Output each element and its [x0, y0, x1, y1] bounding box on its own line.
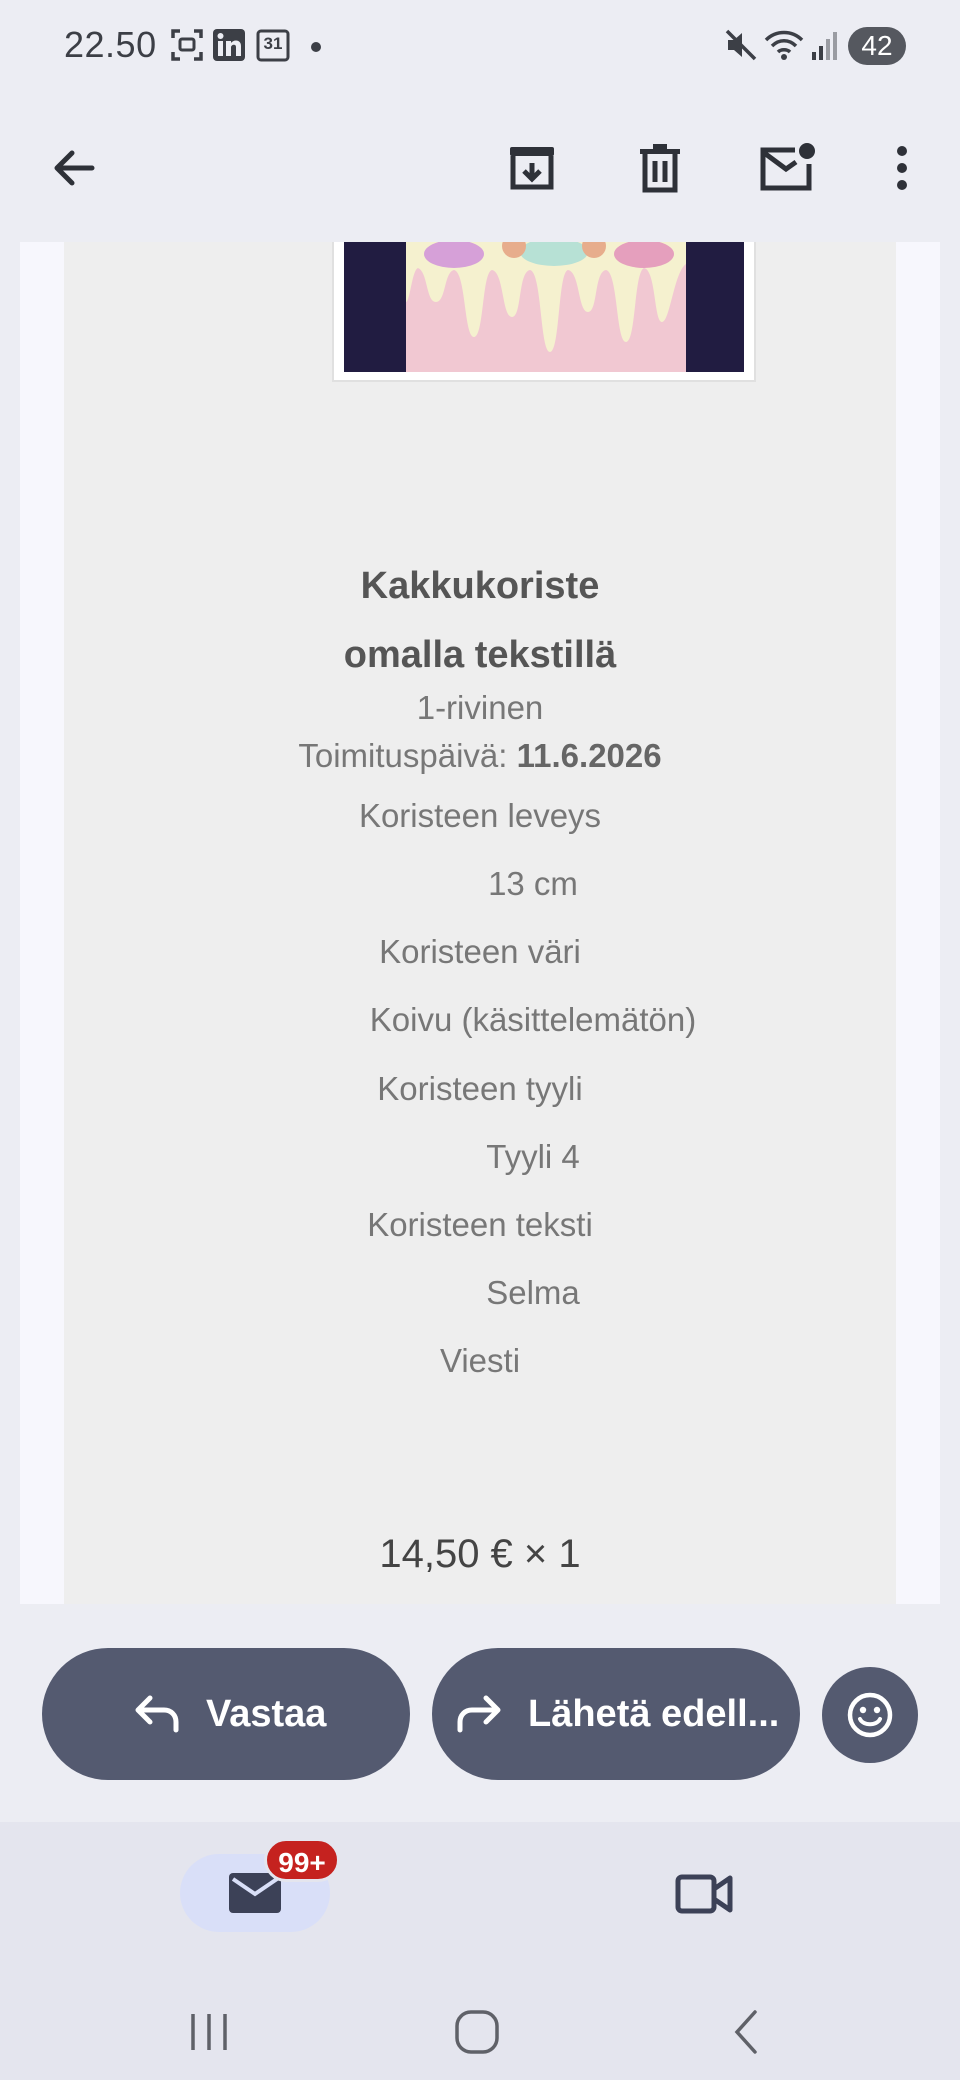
product-title: Kakkukoriste omalla tekstillä	[343, 565, 617, 676]
more-vert-icon[interactable]	[862, 128, 942, 208]
reply-button[interactable]: Vastaa	[42, 1648, 410, 1780]
mail-unread-badge: 99+	[264, 1838, 340, 1882]
linkedin-icon	[212, 28, 246, 62]
product-image-frame[interactable]	[332, 242, 756, 382]
forward-label: Lähetä edell...	[528, 1692, 780, 1735]
reply-icon	[134, 1694, 180, 1734]
cake-image	[344, 242, 744, 372]
meet-tab[interactable]	[664, 1854, 744, 1934]
forward-icon	[456, 1694, 502, 1734]
smiley-icon	[846, 1691, 894, 1739]
back-icon[interactable]	[707, 1992, 787, 2072]
text-value: Selma	[486, 1274, 580, 1311]
forward-button[interactable]: Lähetä edell...	[432, 1648, 800, 1780]
status-bar: 22.50 31 42	[0, 0, 960, 92]
back-arrow-icon[interactable]	[34, 128, 114, 208]
calendar-day: 31	[263, 34, 283, 53]
delivery-date-line: Toimituspäivä: 11.6.2026	[64, 737, 896, 775]
mark-unread-icon[interactable]	[748, 128, 828, 208]
email-body: Kakkukoriste omalla tekstillä 1-rivinen …	[20, 242, 940, 1604]
width-value: 13 cm	[488, 865, 578, 902]
battery-indicator: 42	[848, 27, 906, 65]
message-label: Viesti	[439, 1342, 521, 1379]
style-label: Koristeen tyyli	[377, 1070, 583, 1107]
home-icon[interactable]	[437, 1992, 517, 2072]
video-icon	[675, 1872, 733, 1916]
screenshot-icon	[170, 28, 204, 62]
text-label: Koristeen teksti	[367, 1206, 593, 1243]
recent-apps-icon[interactable]	[169, 1992, 249, 2072]
product-variant: 1-rivinen	[416, 689, 544, 726]
price-line: 14,50 € × 1	[379, 1532, 581, 1576]
archive-icon[interactable]	[492, 128, 572, 208]
delivery-date: 11.6.2026	[516, 737, 662, 774]
app-bar	[0, 92, 960, 242]
status-time: 22.50	[64, 24, 157, 65]
mute-icon	[724, 28, 758, 62]
style-value: Tyyli 4	[486, 1138, 580, 1175]
signal-icon	[810, 28, 844, 62]
email-content-card: Kakkukoriste omalla tekstillä 1-rivinen …	[64, 242, 896, 1604]
delete-icon[interactable]	[620, 128, 700, 208]
reply-label: Vastaa	[206, 1692, 327, 1735]
wifi-icon	[764, 28, 804, 62]
color-label: Koristeen väri	[379, 933, 581, 970]
color-value: Koivu (käsittelemätön)	[369, 1001, 697, 1038]
calendar-icon: 31	[256, 28, 290, 62]
width-label: Koristeen leveys	[358, 797, 602, 834]
delivery-label: Toimituspäivä:	[298, 737, 517, 774]
bottom-navigation: 99+	[0, 1822, 960, 2080]
notification-dot-icon	[311, 42, 321, 52]
emoji-reaction-button[interactable]	[822, 1667, 918, 1763]
